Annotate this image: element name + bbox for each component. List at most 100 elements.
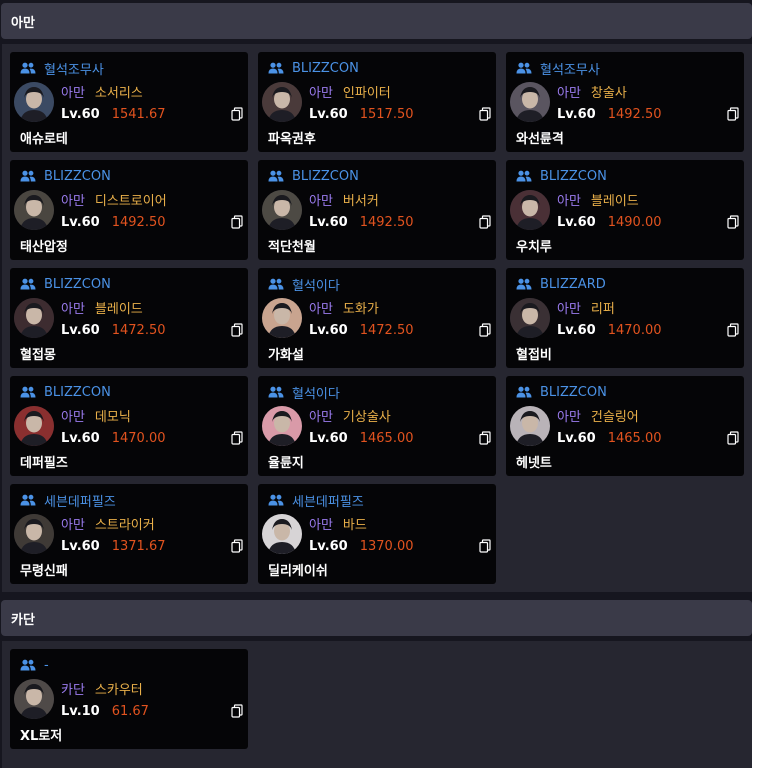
guild-name: BLIZZARD [540,276,606,292]
class-name: 기상술사 [342,409,391,425]
copy-button[interactable] [231,215,243,229]
character-portrait [510,82,550,122]
character-level: Lv.60 [557,214,596,230]
section-header-kadan[interactable]: 카단 [1,600,752,636]
copy-icon [231,431,243,445]
guild-name: 세븐데퍼필즈 [292,494,364,510]
copy-icon [727,107,739,121]
guild-row: BLIZZCON [268,168,359,184]
guild-row: 혈석이다 [268,384,340,402]
guild-name: BLIZZCON [292,168,359,184]
character-name: 혈접몽 [20,348,56,363]
guild-members-icon [20,62,36,74]
level-row: Lv.60 1517.50 [309,106,414,122]
character-portrait [14,298,54,338]
guild-row: 혈석이다 [268,276,340,294]
guild-name: BLIZZCON [540,168,607,184]
character-card[interactable]: 혈석조무사 아만 소서리스 Lv.60 1541.67 애슈로테 [10,52,248,152]
guild-name: 혈석이다 [292,386,340,402]
copy-button[interactable] [727,107,739,121]
level-row: Lv.60 1490.00 [557,214,662,230]
character-level: Lv.60 [557,106,596,122]
copy-button[interactable] [231,431,243,445]
copy-button[interactable] [479,323,491,337]
server-class-row: 아만 기상술사 [309,407,391,425]
gunslinger-portrait-icon [510,406,550,446]
copy-button[interactable] [231,704,243,718]
character-card[interactable]: BLIZZCON 아만 인파이터 Lv.60 1517.50 파옥권후 [258,52,496,152]
guild-row: BLIZZCON [20,276,111,292]
copy-button[interactable] [479,539,491,553]
character-card[interactable]: 세븐데퍼필즈 아만 스트라이커 Lv.60 1371.67 무령신패 [10,484,248,584]
character-card[interactable]: BLIZZCON 아만 디스트로이어 Lv.60 1492.50 태산압정 [10,160,248,260]
server-class-row: 아만 스트라이커 [61,515,155,533]
copy-button[interactable] [479,107,491,121]
copy-button[interactable] [727,431,739,445]
character-card[interactable]: 세븐데퍼필즈 아만 바드 Lv.60 1370.00 딜리케이쉬 [258,484,496,584]
server-class-row: 카단 스카우터 [61,680,143,698]
guild-members-icon [20,659,36,671]
copy-button[interactable] [231,539,243,553]
character-level: Lv.60 [309,322,348,338]
character-card[interactable]: 혈석이다 아만 기상술사 Lv.60 1465.00 율륜지 [258,376,496,476]
copy-button[interactable] [231,107,243,121]
level-row: Lv.60 1492.50 [557,106,662,122]
lancemaster-portrait-icon [510,82,550,122]
item-level: 1470.00 [111,430,166,446]
striker-portrait-icon [14,514,54,554]
level-row: Lv.60 1465.00 [557,430,662,446]
copy-icon [727,323,739,337]
character-card[interactable]: BLIZZCON 아만 블레이드 Lv.60 1490.00 우치루 [506,160,744,260]
item-level: 1472.50 [359,322,414,338]
guild-row: BLIZZCON [516,168,607,184]
server-class-row: 아만 블레이드 [557,191,639,209]
copy-button[interactable] [231,323,243,337]
character-card[interactable]: BLIZZCON 아만 블레이드 Lv.60 1472.50 혈접몽 [10,268,248,368]
character-name: 데퍼필즈 [20,456,68,471]
copy-icon [479,539,491,553]
character-card[interactable]: BLIZZCON 아만 건슬링어 Lv.60 1465.00 헤넷트 [506,376,744,476]
server-name: 아만 [557,301,581,317]
class-name: 디스트로이어 [94,193,167,209]
guild-row: 혈석조무사 [516,60,600,78]
character-name: 파옥권후 [268,132,316,147]
copy-button[interactable] [727,215,739,229]
character-card[interactable]: - 카단 스카우터 Lv.10 61.67 XL로저 [10,649,248,749]
copy-button[interactable] [479,215,491,229]
scrollbar-track[interactable] [752,0,768,768]
guild-row: 세븐데퍼필즈 [268,492,364,510]
guild-name: - [44,657,49,673]
server-name: 아만 [61,85,85,101]
level-row: Lv.10 61.67 [61,703,149,719]
character-card[interactable]: BLIZZCON 아만 버서커 Lv.60 1492.50 적단천월 [258,160,496,260]
guild-members-icon [268,278,284,290]
class-name: 바드 [342,517,367,533]
level-row: Lv.60 1465.00 [309,430,414,446]
server-class-row: 아만 도화가 [309,299,379,317]
character-card[interactable]: BLIZZARD 아만 리퍼 Lv.60 1470.00 혈접비 [506,268,744,368]
destroyer-portrait-icon [14,190,54,230]
guild-row: 혈석조무사 [20,60,104,78]
server-class-row: 아만 버서커 [309,191,379,209]
class-name: 소서리스 [94,85,143,101]
server-name: 아만 [309,517,333,533]
level-row: Lv.60 1472.50 [309,322,414,338]
copy-button[interactable] [727,323,739,337]
guild-name: BLIZZCON [44,168,111,184]
guild-members-icon [268,494,284,506]
class-name: 건슬링어 [590,409,639,425]
server-name: 아만 [557,85,581,101]
character-level: Lv.10 [61,703,100,719]
character-card[interactable]: 혈석이다 아만 도화가 Lv.60 1472.50 가화설 [258,268,496,368]
character-card[interactable]: BLIZZCON 아만 데모닉 Lv.60 1470.00 데퍼필즈 [10,376,248,476]
guild-name: BLIZZCON [540,384,607,400]
blade-portrait-icon [510,190,550,230]
section-header-aman[interactable]: 아만 [1,3,752,39]
copy-button[interactable] [479,431,491,445]
server-class-row: 아만 데모닉 [61,407,131,425]
character-card[interactable]: 혈석조무사 아만 창술사 Lv.60 1492.50 와선륜격 [506,52,744,152]
character-name: 딜리케이쉬 [268,564,328,579]
scouter-portrait-icon [14,679,54,719]
item-level: 1492.50 [359,214,414,230]
guild-name: 혈석조무사 [44,62,104,78]
